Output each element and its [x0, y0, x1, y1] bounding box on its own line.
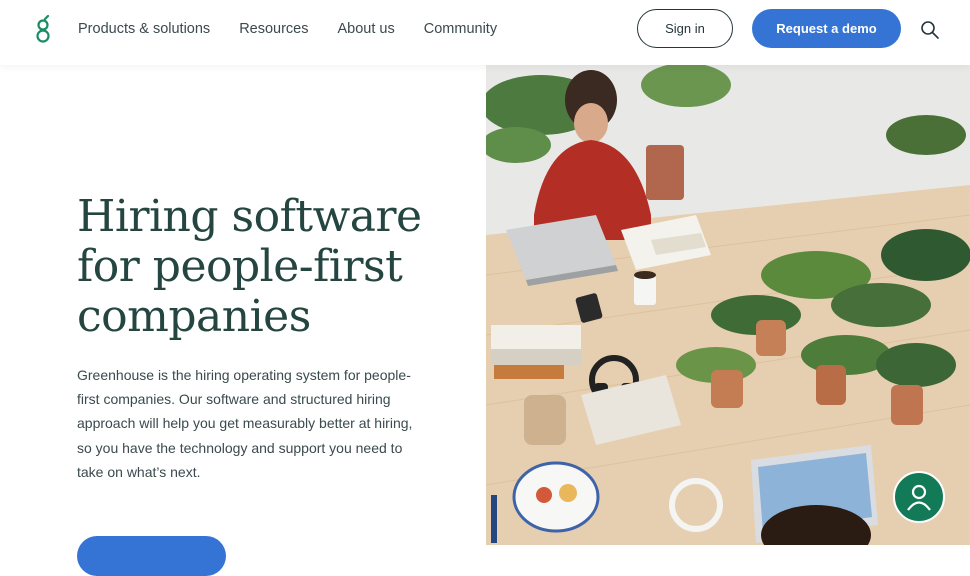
greenhouse-logo-icon[interactable]: [33, 15, 53, 45]
nav-about-us[interactable]: About us: [338, 21, 395, 37]
nav-community[interactable]: Community: [424, 21, 497, 37]
hero-title-line-2: for people-first: [77, 241, 403, 292]
sign-in-button[interactable]: Sign in: [637, 9, 733, 48]
user-chat-icon[interactable]: [893, 471, 945, 523]
site-header: Products & solutions Resources About us …: [0, 0, 970, 65]
request-demo-button[interactable]: Request a demo: [752, 9, 901, 48]
hero-description: Greenhouse is the hiring operating syste…: [77, 367, 413, 480]
hero-title-line-3: companies: [77, 291, 311, 342]
hero-photo: [486, 65, 970, 545]
hero-title-line-1: Hiring software: [77, 191, 422, 242]
hero-title: Hiring software for people-first compani…: [77, 192, 457, 342]
nav-resources[interactable]: Resources: [239, 21, 308, 37]
workspace-photo-illustration: [486, 65, 970, 545]
nav-products-solutions[interactable]: Products & solutions: [78, 21, 210, 37]
hero-cta-button[interactable]: [77, 536, 226, 576]
main-nav: Products & solutions Resources About us …: [78, 0, 526, 57]
search-icon[interactable]: [920, 20, 940, 40]
